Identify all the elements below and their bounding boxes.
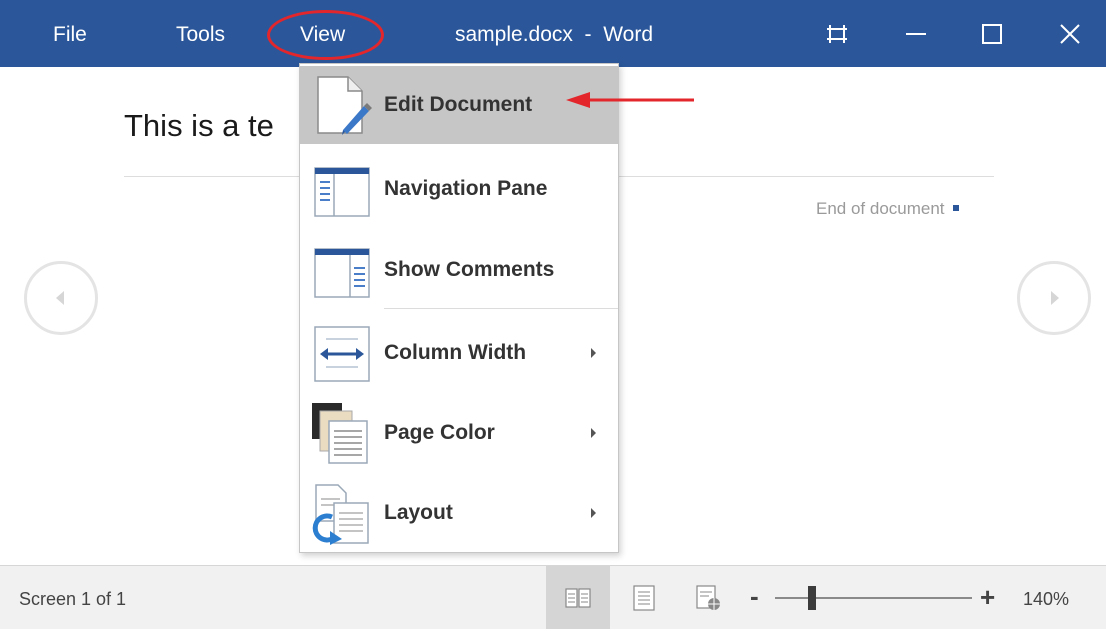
- menu-item-page-color[interactable]: Page Color: [300, 394, 618, 472]
- document-heading: This is a te: [124, 108, 274, 143]
- annotation-arrow-icon: [566, 92, 694, 108]
- menu-item-label: Layout: [384, 501, 453, 524]
- menu-item-label: Page Color: [384, 421, 495, 444]
- print-layout-button[interactable]: [612, 566, 676, 629]
- column-width-icon: [314, 326, 370, 382]
- menu-separator: [384, 308, 618, 309]
- zoom-slider-thumb[interactable]: [808, 586, 817, 610]
- previous-screen-button[interactable]: [24, 261, 98, 335]
- maximize-button[interactable]: [960, 0, 1024, 67]
- title-bar: File Tools View sample.docx - Word: [0, 0, 1106, 67]
- menu-item-label: Edit Document: [384, 93, 533, 116]
- navigation-pane-icon: [314, 167, 370, 217]
- menu-item-label: Column Width: [384, 341, 527, 364]
- read-mode-icon: [565, 587, 591, 608]
- screen-count: Screen 1 of 1: [19, 589, 127, 609]
- document-title: sample.docx - Word: [455, 23, 654, 46]
- close-icon: [1060, 23, 1080, 44]
- zoom-level[interactable]: 140%: [1023, 566, 1069, 629]
- end-of-document-marker: End of document: [816, 199, 959, 219]
- submenu-chevron-icon: [591, 428, 596, 438]
- edit-document-icon: [317, 76, 372, 135]
- zoom-in-button[interactable]: +: [980, 566, 995, 629]
- read-mode-button[interactable]: [546, 566, 610, 629]
- zoom-out-button[interactable]: -: [750, 566, 759, 629]
- close-button[interactable]: [1038, 0, 1102, 67]
- menu-item-column-width[interactable]: Column Width: [300, 314, 618, 392]
- menu-item-label: Navigation Pane: [384, 177, 548, 200]
- maximize-icon: [982, 23, 1002, 44]
- view-highlight-circle: [267, 10, 384, 60]
- layout-icon: [312, 484, 369, 545]
- fit-window-button[interactable]: [805, 0, 869, 67]
- minimize-button[interactable]: [884, 0, 948, 67]
- chevron-right-icon: [1051, 291, 1059, 305]
- menu-item-label: Show Comments: [384, 258, 555, 281]
- web-layout-icon: [696, 584, 720, 610]
- next-screen-button[interactable]: [1017, 261, 1091, 335]
- fit-window-icon: [827, 24, 847, 43]
- minimize-icon: [906, 32, 926, 35]
- menu-tools[interactable]: Tools: [176, 0, 225, 67]
- menu-item-layout[interactable]: Layout: [300, 474, 618, 552]
- view-dropdown-menu: Edit Document Navigation Pane Show Comme…: [299, 63, 619, 553]
- page-color-icon: [312, 403, 368, 464]
- status-bar: Screen 1 of 1 - + 140%: [0, 565, 1106, 629]
- end-marker-square: [952, 204, 959, 211]
- web-layout-button[interactable]: [676, 566, 740, 629]
- menu-file[interactable]: File: [53, 0, 87, 67]
- print-layout-icon: [633, 584, 655, 611]
- menu-item-navigation-pane[interactable]: Navigation Pane: [300, 150, 618, 228]
- menu-item-show-comments[interactable]: Show Comments: [300, 231, 618, 309]
- chevron-left-icon: [56, 291, 64, 305]
- zoom-slider-track[interactable]: [775, 597, 972, 599]
- show-comments-icon: [314, 248, 370, 298]
- submenu-chevron-icon: [591, 508, 596, 518]
- submenu-chevron-icon: [591, 348, 596, 358]
- end-of-document-label: End of document: [816, 199, 945, 218]
